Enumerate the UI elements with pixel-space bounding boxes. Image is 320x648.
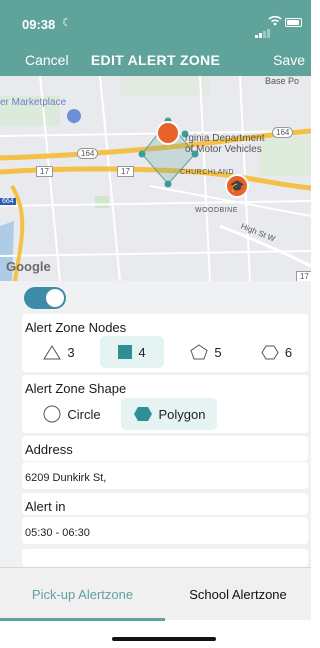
square-icon [118,345,133,359]
hexagon-filled-icon [133,406,153,422]
nodes-title: Alert Zone Nodes [25,320,127,335]
nodes-option-3[interactable]: 3 [27,336,91,368]
shape-title: Alert Zone Shape [25,381,127,396]
school-marker-icon[interactable] [156,121,180,145]
nodes-option-label: 4 [138,344,146,360]
toggle-knob [46,289,64,307]
map-label-churchland: CHURCHLAND [180,169,235,176]
active-tab-indicator [0,618,165,621]
address-field[interactable]: 6209 Dunkirk St, [22,462,308,489]
status-time: 09:38 [22,17,56,32]
nodes-option-4[interactable]: 4 [100,336,164,368]
map-label-marketplace: er Marketplace [0,97,67,108]
alert-zone-toggle[interactable] [24,287,66,309]
map-label-woodbine: WOODBINE [195,207,238,214]
tab-school-alertzone[interactable]: School Alertzone [165,568,311,621]
hexagon-icon [261,345,279,360]
nodes-option-5[interactable]: 5 [174,336,238,368]
address-title: Address [25,442,73,457]
page-title: EDIT ALERT ZONE [90,52,221,68]
map-label-base: Base Po [265,76,300,86]
alert-in-section: Alert in [22,493,308,515]
wifi-icon [268,15,282,29]
next-field[interactable] [22,549,308,567]
moon-icon: ☾ [62,17,72,29]
nodes-option-label: 6 [284,344,293,360]
school-marker-icon-2[interactable]: 🎓 [225,174,249,198]
pentagon-icon [190,344,208,360]
alert-in-field[interactable]: 05:30 - 06:30 [22,517,308,544]
nodes-option-6[interactable]: 6 [245,336,308,368]
shape-option-label: Polygon [158,406,206,422]
battery-icon [285,18,302,27]
save-button[interactable]: Save [273,52,305,68]
triangle-icon [43,344,62,360]
bottom-tab-bar: Pick-up Alertzone School Alertzone [0,567,311,621]
circle-icon [43,405,61,423]
alert-in-title: Alert in [25,499,66,514]
shape-option-polygon[interactable]: Polygon [121,398,217,430]
google-logo: Google [6,259,51,274]
address-section: Address [22,436,308,461]
status-bar: 09:38 ☾ [0,0,311,40]
shape-option-circle[interactable]: Circle [30,398,114,430]
shape-option-label: Circle [67,406,101,422]
route-164-shield: 164 [272,127,294,138]
route-17-shield: 17 [36,166,53,177]
route-17-shield-3: 17 [296,271,311,281]
home-indicator[interactable] [112,637,216,641]
map-label-dmv: rginia Department of Motor Vehicles [185,133,265,155]
tab-pickup-alertzone[interactable]: Pick-up Alertzone [0,568,165,621]
route-17-shield-2: 17 [117,166,134,177]
nodes-option-label: 5 [214,344,222,360]
route-664-shield: 664 [0,198,16,205]
app-header: 09:38 ☾ Cancel EDIT ALERT ZONE Save [0,0,311,76]
nodes-option-label: 3 [67,344,75,360]
map-view[interactable]: 🎓 Base Po er Marketplace rginia Departme… [0,76,311,281]
route-164-shield-2: 164 [77,148,99,159]
